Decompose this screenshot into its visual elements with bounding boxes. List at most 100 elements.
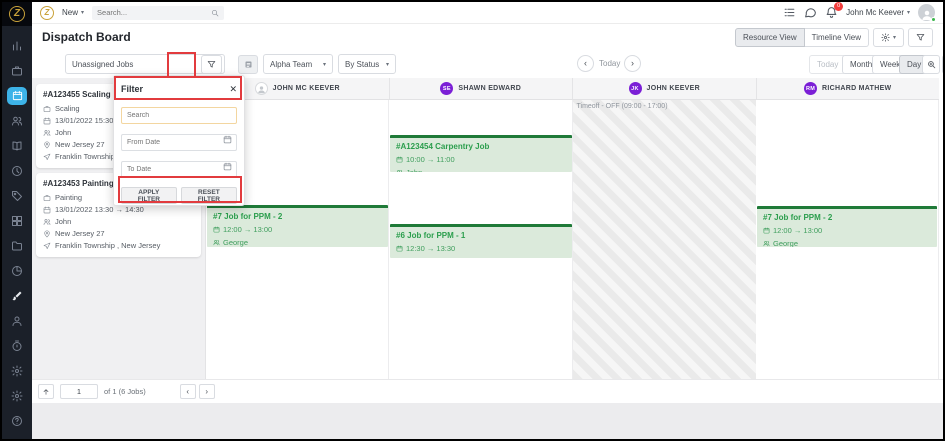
from-date-input[interactable] (121, 134, 237, 151)
event-card[interactable]: #6 Job for PPM - 1 12:30 → 13:30 George (390, 224, 572, 258)
event-assignee: George (223, 238, 249, 247)
sidebar-item-timesheet[interactable] (2, 158, 32, 183)
help-icon (11, 415, 23, 427)
sidebar-item-services[interactable] (2, 283, 32, 308)
funnel-icon (207, 60, 216, 69)
resource-name: RICHARD MATHEW (822, 85, 892, 92)
event-title: #7 Job for PPM - 2 (763, 213, 833, 222)
sidebar-item-files[interactable] (2, 233, 32, 258)
topbar-logo[interactable]: Z (40, 5, 54, 20)
sidebar-item-dispatch-board[interactable] (2, 83, 32, 108)
nav-today-label[interactable]: Today (599, 59, 620, 68)
topbar: Z New ▾ 0 John Mc Keever ▾ (32, 2, 943, 24)
job-assignee: John (55, 128, 72, 137)
board-icon (244, 60, 253, 69)
resource-header-row: JOHN MC KEEVER SE SHAWN EDWARD JK JOHN K… (206, 78, 939, 100)
zoom-in-button[interactable] (922, 55, 940, 74)
event-time: 12:00 → 13:00 (223, 225, 273, 234)
status-select[interactable]: By Status ▾ (338, 54, 396, 74)
sidebar-item-invoices[interactable] (2, 208, 32, 233)
sidebar-item-customers[interactable] (2, 108, 32, 133)
sidebar-item-help[interactable] (2, 408, 32, 433)
collapse-panel-button[interactable] (38, 384, 54, 399)
app-window: Z Z New ▾ Search... 0 John Mc Keever ▾ D… (0, 0, 945, 441)
chevron-down-icon: ▾ (385, 61, 389, 68)
brand-logo[interactable]: Z (2, 2, 32, 26)
reports-icon (11, 265, 23, 277)
funnel-icon (916, 33, 925, 42)
resource-avatar: RM (804, 82, 818, 95)
sidebar-item-quotes[interactable] (2, 183, 32, 208)
users-icon (213, 239, 220, 246)
next-day-button[interactable]: › (624, 55, 641, 72)
jobs-icon (11, 65, 23, 77)
view-switcher: Resource View Timeline View (734, 27, 869, 47)
event-time: 10:00 → 11:00 (406, 155, 455, 164)
board-toggle-button[interactable] (238, 55, 258, 74)
sidebar-item-preferences[interactable] (2, 383, 32, 408)
job-address: Franklin Township , New Jersey (55, 241, 161, 250)
reset-filter-button[interactable]: RESET FILTER (180, 187, 237, 204)
page-input[interactable] (60, 384, 98, 399)
sidebar-item-jobs[interactable] (2, 58, 32, 83)
resource-column-header: SE SHAWN EDWARD (389, 78, 573, 99)
user-menu[interactable]: John Mc Keever ▾ (846, 8, 910, 17)
resource-avatar: SE (440, 82, 454, 95)
event-card[interactable]: #A123454 Carpentry Job 10:00 → 11:00 Joh… (390, 135, 572, 172)
event-card[interactable]: #7 Job for PPM - 2 12:00 → 13:00 George (757, 206, 937, 247)
timesheet-icon (11, 165, 23, 177)
unassigned-filter-button[interactable] (201, 55, 222, 74)
board-filter-button[interactable] (908, 27, 933, 47)
filter-popup: Filter ✕ APPLY FILTER RESET FILTER (113, 75, 245, 206)
calendar-icon (763, 227, 770, 234)
team-select-label: Alpha Team (270, 59, 313, 69)
sidebar-item-teams[interactable] (2, 308, 32, 333)
timeoff-block: Timeoff - OFF (09:00 - 17:00) (572, 100, 756, 379)
page-header: Dispatch Board Resource View Timeline Vi… (32, 24, 943, 50)
sidebar-item-settings[interactable] (2, 358, 32, 383)
close-icon[interactable]: ✕ (229, 84, 237, 95)
services-icon (11, 290, 23, 302)
resource-column-header: JK JOHN KEEVER (573, 78, 757, 99)
files-icon (11, 240, 23, 252)
pin-icon (43, 230, 51, 238)
range-today-button[interactable]: Today (809, 55, 847, 74)
pin-icon (43, 141, 51, 149)
customers-icon (11, 115, 23, 127)
prev-day-button[interactable]: ‹ (577, 55, 594, 72)
person-icon (257, 85, 266, 94)
notifications-button[interactable]: 0 (825, 2, 844, 19)
job-location: New Jersey 27 (55, 229, 105, 238)
chat-button[interactable] (804, 6, 817, 19)
search-input[interactable] (97, 8, 208, 17)
zoom-in-icon (927, 60, 936, 69)
board-settings-button[interactable]: ▾ (872, 27, 904, 47)
team-select[interactable]: Alpha Team ▾ (263, 54, 333, 74)
event-card[interactable]: #7 Job for PPM - 2 12:00 → 13:00 George (207, 205, 388, 247)
event-time: 12:00 → 13:00 (773, 226, 823, 235)
unassigned-jobs-label: Unassigned Jobs (72, 59, 134, 69)
filter-search-input[interactable] (121, 107, 237, 124)
sidebar-item-timeoff[interactable] (2, 333, 32, 358)
briefcase-icon (43, 194, 51, 202)
user-avatar[interactable] (918, 4, 936, 22)
new-button-label: New (62, 8, 79, 17)
navigation-icon (43, 242, 51, 250)
active-pill (7, 86, 27, 105)
prev-page-button[interactable]: ‹ (179, 384, 196, 399)
new-button[interactable]: New ▾ (62, 8, 84, 17)
to-date-input[interactable] (121, 161, 237, 178)
sidebar-item-dashboard[interactable] (2, 33, 32, 58)
resource-view-button[interactable]: Resource View (734, 27, 805, 47)
job-assignee: John (55, 217, 72, 226)
navigation-icon (43, 153, 51, 161)
resource-avatar: JK (628, 82, 642, 95)
timeline-view-button[interactable]: Timeline View (804, 27, 869, 47)
sidebar-item-docs[interactable] (2, 133, 32, 158)
apply-filter-button[interactable]: APPLY FILTER (121, 187, 177, 204)
dispatch-board: JOHN MC KEEVER SE SHAWN EDWARD JK JOHN K… (206, 78, 939, 379)
event-assignee: John (406, 168, 422, 172)
next-page-button[interactable]: › (198, 384, 215, 399)
sidebar-item-reports[interactable] (2, 258, 32, 283)
apps-menu-button[interactable] (783, 6, 796, 19)
